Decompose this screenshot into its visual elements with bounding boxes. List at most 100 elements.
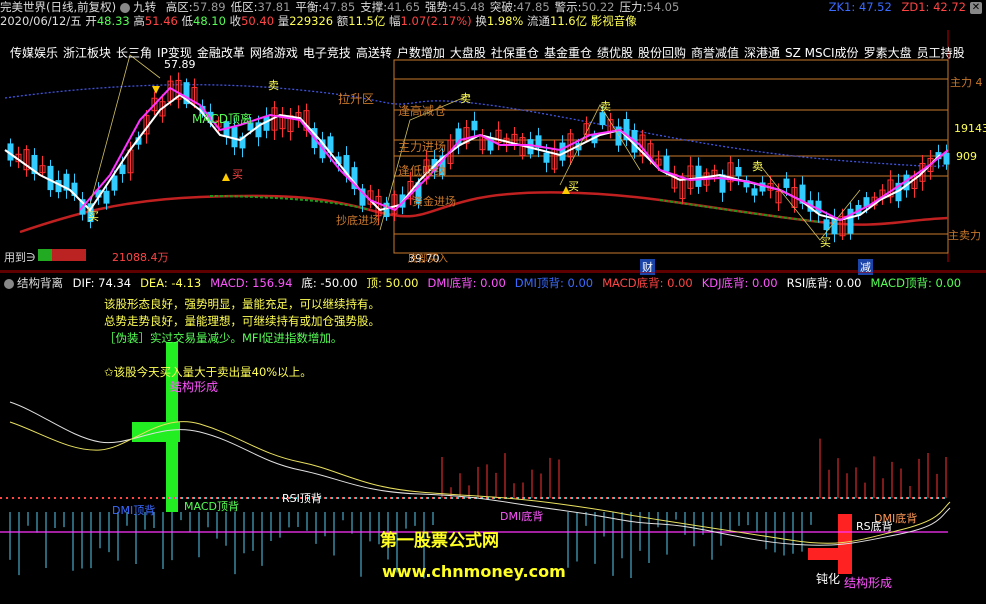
price-stat-value: 50.22 bbox=[581, 0, 615, 14]
price-stat-label: 平衡: bbox=[295, 0, 323, 14]
concept-tag[interactable]: 商誉减值 bbox=[691, 46, 739, 60]
indicator-header: 结构背离 DIF: 74.34 DEA: -4.13 MACD: 156.94 底: … bbox=[0, 276, 970, 291]
macd-top-indicator-label: MACD顶背 bbox=[184, 500, 239, 513]
candle-body bbox=[103, 190, 110, 204]
zone-reduce: 逢高减仓 bbox=[398, 104, 447, 118]
window-title: 完美世界(日线,前复权) bbox=[0, 0, 117, 14]
dmi-bottom-label: DMI底背 bbox=[500, 510, 544, 523]
float-value: 11.6亿 bbox=[550, 14, 588, 28]
concept-tag[interactable]: 网络游戏 bbox=[250, 46, 298, 60]
low-value: 48.10 bbox=[193, 14, 226, 28]
zd-value: ZD1: 42.72 bbox=[901, 0, 966, 14]
open-value: 48.33 bbox=[96, 14, 130, 28]
low-label: 低 bbox=[181, 14, 194, 28]
concept-tag[interactable]: 社保重仓 bbox=[491, 46, 539, 60]
turnover-value: 1.98% bbox=[486, 14, 524, 28]
quote-date: 2020/06/12/五 bbox=[0, 14, 82, 28]
concept-tag[interactable]: 深港通 bbox=[744, 46, 780, 60]
indicator-stat: DEA: -4.13 bbox=[140, 276, 202, 290]
candle-body bbox=[943, 152, 950, 165]
concept-tag[interactable]: 电子竞技 bbox=[303, 46, 351, 60]
used-to-label: 用到∋ bbox=[4, 251, 36, 264]
structure-form-label: 结构形成 bbox=[170, 380, 219, 394]
candle-body bbox=[663, 155, 670, 172]
sell-tag: 卖 bbox=[460, 92, 471, 105]
concept-tag[interactable]: SZ MSCI成份 bbox=[785, 46, 859, 60]
price-chart-canvas bbox=[0, 30, 986, 272]
price-high-label: 57.89 bbox=[164, 58, 196, 71]
concept-tag[interactable]: 高送转 bbox=[356, 46, 392, 60]
price-stat-label: 强势: bbox=[425, 0, 452, 14]
price-chart-panel: 完美世界(日线,前复权) 九转 高区:57.89 低区:37.81 平衡:47.85 支… bbox=[0, 0, 986, 275]
sell-tag: 卖 bbox=[752, 160, 763, 173]
price-stat-value: 37.81 bbox=[257, 0, 291, 14]
candle-body bbox=[119, 164, 126, 175]
message-text: ［伪装］实过交易量减少。MFI促进指数增加。 bbox=[104, 331, 343, 345]
price-stat-value: 57.89 bbox=[192, 0, 226, 14]
price-stat-value: 47.85 bbox=[516, 0, 550, 14]
zone-dip: 抄底进场 bbox=[336, 214, 380, 227]
buy-tag: 买 bbox=[820, 236, 831, 249]
high-value: 51.46 bbox=[144, 14, 178, 28]
price-stat-label: 压力: bbox=[619, 0, 647, 14]
concept-tag[interactable]: 绩优股 bbox=[597, 46, 633, 60]
candle-body bbox=[751, 188, 758, 196]
indicator-stat: DMI底背: 0.00 bbox=[427, 276, 506, 290]
concept-tag[interactable]: 浙江板块 bbox=[63, 46, 111, 60]
concept-list: 传媒娱乐 浙江板块 长三角 IP变现 金融改革 网络游戏 电子竞技 高送转 户数增加 大盘股 社保重… bbox=[10, 44, 970, 61]
concept-tag[interactable]: 传媒娱乐 bbox=[10, 46, 58, 60]
sell-tag: 卖 bbox=[268, 79, 279, 92]
high-label: 高 bbox=[133, 14, 145, 28]
indicator-stat: 底: -50.00 bbox=[301, 276, 358, 290]
concept-tag[interactable]: 基金重仓 bbox=[544, 46, 592, 60]
price-stat-label: 高区: bbox=[165, 0, 193, 14]
message-3: ［伪装］实过交易量减少。MFI促进指数增加。 bbox=[104, 330, 342, 346]
right-zone-1: 主力 4 bbox=[950, 76, 983, 89]
indicator-stat: MACD底背: 0.00 bbox=[602, 276, 693, 290]
amount-value: 11.5亿 bbox=[348, 14, 386, 28]
macd-top-label: MACD顶离 bbox=[192, 112, 252, 126]
indicator-stat: DMI顶背: 0.00 bbox=[514, 276, 594, 290]
concept-tag[interactable]: 长三角 bbox=[116, 46, 152, 60]
concept-tag[interactable]: 员工持股 bbox=[917, 46, 965, 60]
candle-body bbox=[559, 142, 566, 161]
watermark-url: www.chnmoney.com bbox=[382, 562, 566, 581]
concept-tag[interactable]: 大盘股 bbox=[450, 46, 486, 60]
close-value: 50.40 bbox=[241, 14, 275, 28]
zk-readout: ZK1: 47.52 ZD1: 42.72 bbox=[829, 0, 966, 15]
candle-body bbox=[471, 120, 478, 131]
candle-body bbox=[695, 165, 702, 187]
candle-body bbox=[735, 166, 742, 177]
price-stat-value: 41.65 bbox=[387, 0, 421, 14]
candle-body bbox=[599, 112, 606, 126]
gear-icon[interactable] bbox=[120, 2, 131, 13]
close-icon[interactable]: ✕ bbox=[970, 2, 982, 14]
concept-tag[interactable]: 户数增加 bbox=[397, 46, 445, 60]
concept-tag[interactable]: 金融改革 bbox=[197, 46, 245, 60]
float-label: 流通 bbox=[527, 14, 551, 28]
message-text: 总势走势良好，量能理想，可继续持有或加仓强势股。 bbox=[104, 314, 380, 328]
candle-body bbox=[543, 152, 550, 163]
buy-tag: 买 bbox=[568, 180, 579, 193]
candle-body bbox=[783, 178, 790, 188]
indicator-title: 结构背离 bbox=[17, 276, 63, 290]
buy-tag: 买 bbox=[232, 168, 243, 181]
concept-tag[interactable]: 股份回购 bbox=[638, 46, 686, 60]
change-value: 1.07(2.17%) bbox=[400, 14, 472, 28]
sell-tag: 卖 bbox=[600, 100, 611, 113]
price-stat-label: 低区: bbox=[230, 0, 258, 14]
concept-value: 影视音像 bbox=[590, 14, 637, 28]
zk-value: ZK1: 47.52 bbox=[828, 0, 892, 14]
message-1: 该股形态良好，强势明显，量能充足，可以继续持有。 bbox=[104, 296, 380, 312]
rs-bottom-label: RS底背 bbox=[856, 520, 893, 533]
right-zone-2: 主卖力 bbox=[948, 229, 981, 242]
indicator-stat: DIF: 74.34 bbox=[72, 276, 132, 290]
change-label: 幅 bbox=[389, 14, 401, 28]
candle-body bbox=[823, 219, 830, 231]
concept-tag[interactable]: 罗素大盘 bbox=[864, 46, 912, 60]
vol-value: 229326 bbox=[289, 14, 334, 28]
gear-icon[interactable] bbox=[4, 278, 14, 289]
right-value-1: 19143 bbox=[954, 122, 986, 135]
turnover-label: 换 bbox=[475, 14, 487, 28]
zone-fund-enter: 资金进场 bbox=[412, 195, 456, 208]
